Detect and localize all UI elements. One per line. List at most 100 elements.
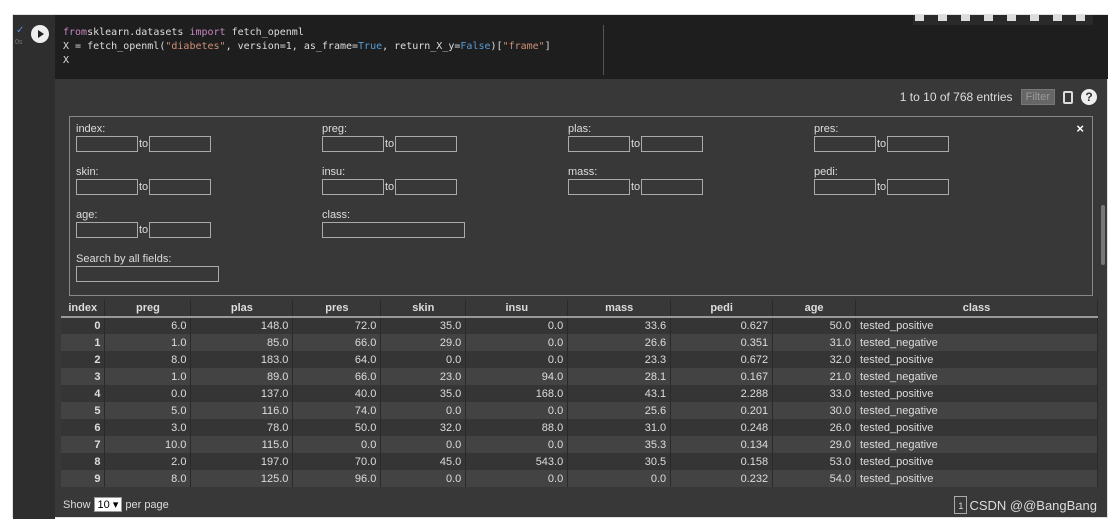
filter-min-input[interactable] — [322, 136, 384, 152]
cell-class: tested_positive — [855, 351, 1098, 368]
cell-plas: 148.0 — [190, 317, 294, 334]
filter-min-input[interactable] — [76, 179, 138, 195]
to-label: to — [631, 180, 641, 193]
gear-icon[interactable] — [1007, 15, 1016, 21]
cell-mass: 0.0 — [567, 470, 672, 487]
comment-icon[interactable] — [984, 15, 993, 21]
class-filter-input[interactable] — [322, 222, 465, 238]
column-header-pedi[interactable]: pedi — [670, 300, 774, 318]
filter-min-input[interactable] — [814, 179, 876, 195]
column-header-age[interactable]: age — [772, 300, 857, 318]
filter-button[interactable]: Filter — [1020, 89, 1055, 105]
cell-mass: 25.6 — [567, 402, 672, 419]
exec-time: 0s — [15, 39, 23, 46]
code-token: True — [358, 41, 383, 52]
copy-icon[interactable] — [1063, 90, 1073, 104]
cell-class: tested_negative — [855, 436, 1098, 453]
filter-group-class: class: — [322, 209, 465, 238]
filter-max-input[interactable] — [887, 179, 950, 195]
table-row: 8 2.0 197.0 70.0 45.0 543.0 30.5 0.158 53.0 teste… — [61, 453, 1098, 470]
search-input[interactable] — [76, 266, 219, 282]
filter-group: plas: to — [568, 123, 704, 152]
cell-insu: 88.0 — [465, 419, 569, 436]
column-header-insu[interactable]: insu — [465, 300, 569, 318]
scrollbar[interactable] — [1101, 205, 1105, 265]
data-table: index preg plas pres skin insu mass pedi age clas… — [61, 300, 1098, 487]
column-header-index[interactable]: index — [61, 300, 106, 318]
filter-max-input[interactable] — [149, 222, 212, 238]
code-token: , version=1, as_frame= — [225, 41, 359, 52]
code-token: sklearn.datasets — [87, 27, 190, 38]
column-header-preg[interactable]: preg — [104, 300, 192, 318]
delete-icon[interactable] — [1053, 15, 1062, 21]
filter-max-input[interactable] — [887, 136, 950, 152]
column-header-pres[interactable]: pres — [292, 300, 382, 318]
cell-mass: 28.1 — [567, 368, 672, 385]
table-row: 9 8.0 125.0 96.0 0.0 0.0 0.0 0.232 54.0 tested_po… — [61, 470, 1098, 487]
filter-group: index: to — [76, 123, 212, 152]
cell-age: 29.0 — [772, 436, 857, 453]
cell-index: 7 — [61, 436, 106, 453]
cell-insu: 0.0 — [465, 436, 569, 453]
cell-plas: 125.0 — [190, 470, 294, 487]
cell-plas: 183.0 — [190, 351, 294, 368]
filter-min-input[interactable] — [814, 136, 876, 152]
filter-max-input[interactable] — [149, 179, 212, 195]
notebook-cell: ✓ 0s fromsklearn.datasets import fetch_o… — [12, 14, 1108, 519]
filter-label: index: — [76, 123, 106, 135]
cell-skin: 35.0 — [380, 385, 467, 402]
filter-group: pres: to — [814, 123, 950, 152]
filter-group: preg: to — [322, 123, 458, 152]
filter-max-input[interactable] — [641, 179, 704, 195]
run-button[interactable] — [31, 25, 49, 43]
code-token: , return_X_y= — [382, 41, 461, 52]
cell-insu: 543.0 — [465, 453, 569, 470]
column-header-class[interactable]: class — [855, 300, 1098, 318]
cell-pres: 66.0 — [292, 368, 382, 385]
column-header-mass[interactable]: mass — [567, 300, 672, 318]
table-row: 3 1.0 89.0 66.0 23.0 94.0 28.1 0.167 21.0 tested_… — [61, 368, 1098, 385]
cell-preg: 3.0 — [104, 419, 192, 436]
filter-min-input[interactable] — [568, 136, 630, 152]
per-page-select[interactable]: 10 ▾ — [93, 497, 123, 512]
link-icon[interactable] — [961, 15, 970, 21]
cell-mass: 43.1 — [567, 385, 672, 402]
cell-age: 33.0 — [772, 385, 857, 402]
move-up-icon[interactable] — [915, 15, 924, 21]
filter-group: age: to — [76, 209, 212, 238]
more-icon[interactable] — [1076, 15, 1085, 21]
filter-min-input[interactable] — [76, 136, 138, 152]
table-row: 6 3.0 78.0 50.0 32.0 88.0 31.0 0.248 26.0 tested_… — [61, 419, 1098, 436]
search-group: Search by all fields: — [76, 253, 219, 282]
filter-min-input[interactable] — [568, 179, 630, 195]
close-icon[interactable]: × — [1076, 121, 1084, 136]
filter-max-input[interactable] — [395, 136, 458, 152]
column-header-skin[interactable]: skin — [380, 300, 467, 318]
cell-insu: 94.0 — [465, 368, 569, 385]
move-down-icon[interactable] — [938, 15, 947, 21]
filter-min-input[interactable] — [76, 222, 138, 238]
cell-gutter: ✓ 0s — [13, 15, 55, 519]
cell-class: tested_positive — [855, 317, 1098, 334]
to-label: to — [385, 180, 395, 193]
filter-max-input[interactable] — [149, 136, 212, 152]
cell-pedi: 0.134 — [670, 436, 774, 453]
table-row: 4 0.0 137.0 40.0 35.0 168.0 43.1 2.288 33.0 teste… — [61, 385, 1098, 402]
filter-min-input[interactable] — [322, 179, 384, 195]
to-label: to — [139, 137, 149, 150]
cell-preg: 8.0 — [104, 351, 192, 368]
filter-max-input[interactable] — [641, 136, 704, 152]
filter-group: pedi: to — [814, 166, 950, 195]
page-button[interactable]: 1 — [954, 496, 968, 514]
to-label: to — [877, 137, 887, 150]
cell-preg: 8.0 — [104, 470, 192, 487]
filter-label: class: — [322, 209, 351, 221]
cell-index: 2 — [61, 351, 106, 368]
code-line: X = fetch_openml("diabetes", version=1, … — [63, 40, 1108, 54]
to-label: to — [385, 137, 395, 150]
cell-index: 4 — [61, 385, 106, 402]
help-icon[interactable]: ? — [1081, 89, 1097, 105]
mirror-icon[interactable] — [1030, 15, 1039, 21]
filter-max-input[interactable] — [395, 179, 458, 195]
column-header-plas[interactable]: plas — [190, 300, 294, 318]
